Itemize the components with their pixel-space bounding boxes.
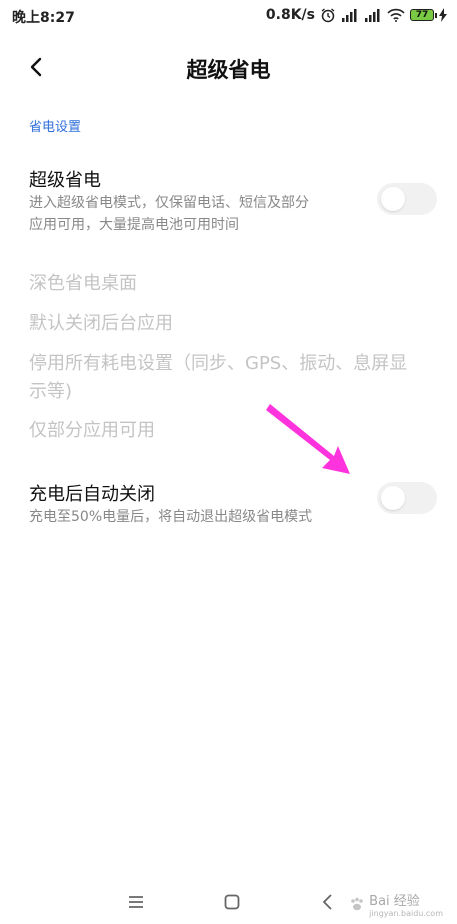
signal-icon: [365, 9, 380, 22]
section-header: 省电设置: [29, 120, 82, 135]
disabled-item-dark-desktop: 深色省电桌面: [29, 273, 137, 294]
home-square-icon: [224, 894, 240, 910]
nav-back-button[interactable]: [318, 892, 338, 916]
auto-close-desc: 充电至50%电量后，将自动退出超级省电模式: [29, 509, 313, 525]
super-saver-row[interactable]: 超级省电 进入超级省电模式，仅保留电话、短信及部分 应用可用，大量提高电池可用时…: [0, 166, 457, 246]
disabled-item-close-background: 默认关闭后台应用: [29, 313, 173, 334]
battery-icon: 77: [410, 9, 437, 21]
toggle-knob: [381, 486, 405, 510]
disabled-item-disable-power-settings: 停用所有耗电设置（同步、GPS、振动、息屏显: [29, 353, 408, 374]
status-icons: 0.8K/s 77: [266, 7, 447, 23]
watermark-text: Bai 经验: [369, 894, 420, 909]
baidu-watermark: Bai 经验 jingyan.baidu.com: [349, 890, 443, 918]
super-saver-title: 超级省电: [29, 170, 101, 191]
charging-icon: [439, 8, 447, 22]
paw-icon: [351, 897, 363, 911]
super-saver-desc: 进入超级省电模式，仅保留电话、短信及部分 应用可用，大量提高电池可用时间: [29, 192, 359, 236]
hd-signal-icon: [342, 9, 357, 22]
nav-back-icon: [322, 894, 332, 910]
disabled-item-disable-power-settings-cont: 示等): [29, 381, 73, 402]
auto-close-title: 充电后自动关闭: [29, 484, 155, 505]
menu-icon: [129, 896, 143, 908]
menu-button[interactable]: [126, 892, 146, 916]
nav-bar: Bai 经验 jingyan.baidu.com: [0, 882, 457, 924]
status-bar: 晚上8:27 0.8K/s 77: [0, 0, 457, 32]
header: 超级省电: [0, 40, 457, 96]
toggle-knob: [381, 187, 405, 211]
wifi-icon: [387, 8, 405, 22]
super-saver-toggle[interactable]: [377, 183, 437, 215]
battery-level: 77: [415, 10, 429, 20]
auto-close-toggle[interactable]: [377, 482, 437, 514]
status-time: 晚上8:27: [12, 10, 75, 26]
watermark-sub: jingyan.baidu.com: [369, 909, 443, 918]
auto-close-row[interactable]: 充电后自动关闭 充电至50%电量后，将自动退出超级省电模式: [0, 480, 457, 540]
page-title: 超级省电: [186, 58, 271, 82]
annotation-arrow: [266, 404, 350, 474]
disabled-item-some-apps: 仅部分应用可用: [29, 420, 155, 441]
home-button[interactable]: [222, 892, 242, 916]
alarm-icon: [321, 8, 335, 23]
net-speed: 0.8K/s: [265, 7, 315, 23]
super-saver-desc-line1: 进入超级省电模式，仅保留电话、短信及部分: [29, 195, 309, 211]
super-saver-desc-line2: 应用可用，大量提高电池可用时间: [29, 217, 239, 233]
